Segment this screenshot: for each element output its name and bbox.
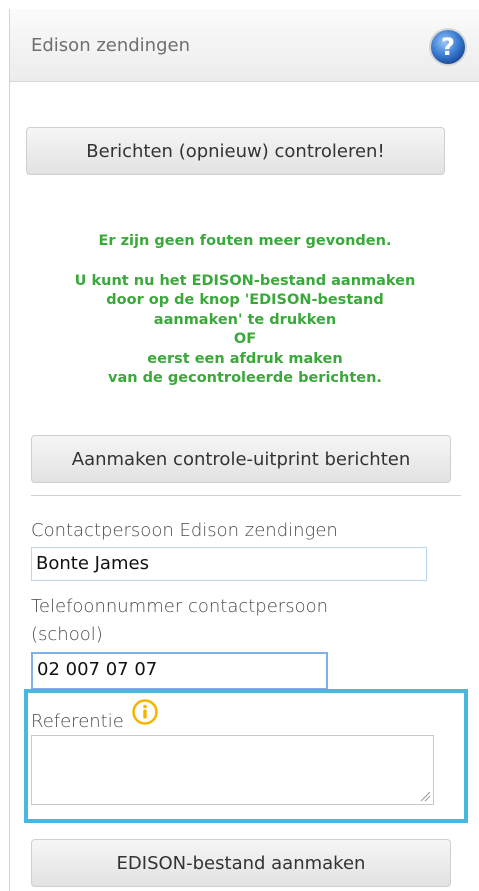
status-line-1: Er zijn geen fouten meer gevonden. xyxy=(98,233,392,249)
reference-textarea[interactable] xyxy=(31,735,434,805)
print-control-button[interactable]: Aanmaken controle-uitprint berichten xyxy=(31,435,451,483)
phone-field[interactable]: 02 007 07 07 xyxy=(31,652,328,690)
create-edison-file-button[interactable]: EDISON-bestand aanmaken xyxy=(31,839,451,887)
status-line-3: door op de knop 'EDISON-bestand xyxy=(106,292,384,308)
status-line-2: U kunt nu het EDISON-bestand aanmaken xyxy=(74,273,416,289)
info-icon[interactable] xyxy=(132,699,158,725)
status-line-5: OF xyxy=(233,331,257,347)
panel-title: Edison zendingen xyxy=(31,35,190,56)
divider xyxy=(31,495,461,496)
check-messages-button[interactable]: Berichten (opnieuw) controleren! xyxy=(26,127,445,175)
help-icon[interactable]: ? xyxy=(428,27,468,67)
edison-panel: Edison zendingen ? Berichten (opnieuw) c… xyxy=(9,9,479,891)
status-line-6: eerst een afdruk maken xyxy=(147,351,343,367)
status-line-4: aanmaken' te drukken xyxy=(153,312,337,328)
status-line-7: van de gecontroleerde berichten. xyxy=(108,370,382,386)
contact-field[interactable]: Bonte James xyxy=(31,547,427,581)
phone-label: Telefoonnummer contactpersoon xyxy=(31,596,329,617)
contact-value: Bonte James xyxy=(36,553,149,574)
contact-label: Contactpersoon Edison zendingen xyxy=(31,520,338,541)
panel-header: Edison zendingen ? xyxy=(10,9,479,82)
resize-grip-icon[interactable] xyxy=(419,790,431,802)
svg-text:?: ? xyxy=(441,33,455,61)
reference-label: Referentie xyxy=(31,711,124,732)
phone-label-suffix: (school) xyxy=(31,624,103,645)
phone-value: 02 007 07 07 xyxy=(37,659,158,680)
